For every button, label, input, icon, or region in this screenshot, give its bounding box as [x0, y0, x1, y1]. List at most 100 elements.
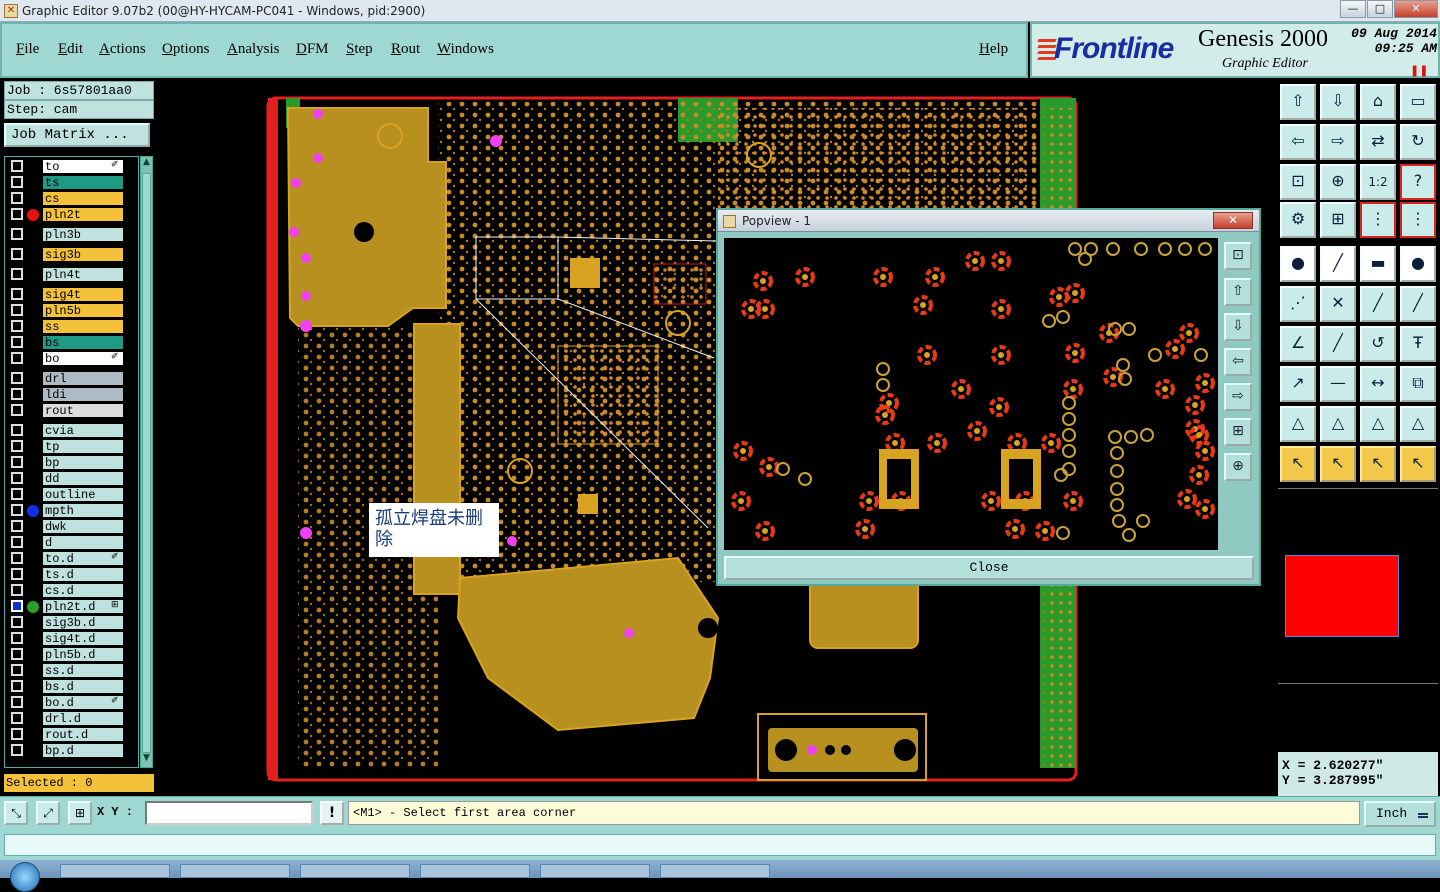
- start-button[interactable]: [10, 862, 40, 892]
- layer-checkbox[interactable]: [11, 192, 23, 204]
- layer-name[interactable]: mpth: [42, 503, 124, 518]
- measure-3-button[interactable]: △: [1360, 406, 1396, 442]
- layer-name[interactable]: pln4t: [42, 267, 124, 282]
- layer-name[interactable]: ts.d: [42, 567, 124, 582]
- measure-4-button[interactable]: △: [1400, 406, 1436, 442]
- layer-name[interactable]: bp: [42, 455, 124, 470]
- popview-zoom-view[interactable]: [725, 239, 1218, 550]
- snap-alt-button[interactable]: ⋮: [1400, 202, 1436, 238]
- layer-row-cs[interactable]: cs: [5, 191, 140, 206]
- menu-help[interactable]: Help: [979, 41, 1008, 58]
- layer-row-ts-d[interactable]: ts.d: [5, 567, 140, 582]
- taskbar-item[interactable]: [540, 864, 650, 878]
- layer-checkbox[interactable]: [11, 504, 23, 516]
- layer-checkbox[interactable]: [11, 320, 23, 332]
- popview-pan-right-button[interactable]: ⇨: [1224, 383, 1252, 411]
- layer-checkbox[interactable]: [11, 208, 23, 220]
- layer-checkbox[interactable]: [11, 616, 23, 628]
- scale-1-2-button[interactable]: 1:2: [1360, 164, 1396, 200]
- popview-zoom-home-button[interactable]: ⊕: [1224, 453, 1252, 481]
- zoom-in-page-button[interactable]: ⇧: [1280, 84, 1316, 120]
- layer-name[interactable]: cs.d: [42, 583, 124, 598]
- layer-name[interactable]: sig4t.d: [42, 631, 124, 646]
- layer-name[interactable]: bs: [42, 335, 124, 350]
- layer-checkbox[interactable]: [11, 488, 23, 500]
- layer-row-pln3b[interactable]: pln3b: [5, 227, 140, 242]
- menu-step[interactable]: Step: [346, 41, 373, 58]
- snap-button[interactable]: ⋮: [1360, 202, 1396, 238]
- layer-checkbox[interactable]: [11, 268, 23, 280]
- layer-checkbox[interactable]: [11, 568, 23, 580]
- close-window-button[interactable]: ✕: [1394, 0, 1438, 18]
- layer-row-ss[interactable]: ss: [5, 319, 140, 334]
- line-tool-alt-button[interactable]: ╱: [1400, 286, 1436, 322]
- layer-row-sig4t[interactable]: sig4t: [5, 287, 140, 302]
- layer-name[interactable]: bs.d: [42, 679, 124, 694]
- layer-checkbox[interactable]: [11, 228, 23, 240]
- measure-2-button[interactable]: △: [1320, 406, 1356, 442]
- layer-row-rout-d[interactable]: rout.d: [5, 727, 140, 742]
- layer-name[interactable]: outline: [42, 487, 124, 502]
- taskbar-item[interactable]: [660, 864, 770, 878]
- layer-row-pln4t[interactable]: pln4t: [5, 267, 140, 282]
- layer-name[interactable]: cvia: [42, 423, 124, 438]
- layer-name[interactable]: drl.d: [42, 711, 124, 726]
- minus-button[interactable]: —: [1320, 366, 1356, 402]
- popview-zoom-in-button[interactable]: ⇧: [1224, 278, 1252, 306]
- layer-name[interactable]: cs: [42, 191, 124, 206]
- menu-edit[interactable]: Edit: [58, 41, 83, 58]
- layer-name[interactable]: ss.d: [42, 663, 124, 678]
- layer-row-dd[interactable]: dd: [5, 471, 140, 486]
- layer-row-ts[interactable]: ts: [5, 175, 140, 190]
- layer-name[interactable]: sig3b.d: [42, 615, 124, 630]
- layer-row-pln2t[interactable]: pln2t: [5, 207, 140, 222]
- layer-name[interactable]: rout.d: [42, 727, 124, 742]
- taskbar-item[interactable]: [420, 864, 530, 878]
- select-box-button[interactable]: ↖: [1320, 446, 1356, 482]
- layer-checkbox[interactable]: [11, 728, 23, 740]
- layer-row-pln2t-d[interactable]: pln2t.d ⊞: [5, 599, 140, 614]
- layer-checkbox[interactable]: [11, 680, 23, 692]
- layer-checkbox[interactable]: [11, 632, 23, 644]
- layer-row-sig4t-d[interactable]: sig4t.d: [5, 631, 140, 646]
- layer-row-drl-d[interactable]: drl.d: [5, 711, 140, 726]
- taskbar-item[interactable]: [180, 864, 290, 878]
- home-button[interactable]: ⌂: [1360, 84, 1396, 120]
- layer-checkbox[interactable]: [11, 304, 23, 316]
- feature-pad-button[interactable]: ●: [1280, 246, 1316, 282]
- layer-checkbox[interactable]: [11, 600, 23, 612]
- layer-checkbox[interactable]: [11, 536, 23, 548]
- layer-name[interactable]: tp: [42, 439, 124, 454]
- layer-checkbox[interactable]: [11, 664, 23, 676]
- layer-row-cs-d[interactable]: cs.d: [5, 583, 140, 598]
- layer-name[interactable]: pln3b: [42, 227, 124, 242]
- layer-row-pln5b-d[interactable]: pln5b.d: [5, 647, 140, 662]
- slash-button[interactable]: ╱: [1320, 326, 1356, 362]
- minimize-button[interactable]: —: [1340, 0, 1366, 18]
- job-matrix-button[interactable]: Job Matrix ...: [4, 123, 150, 147]
- layer-name[interactable]: dd: [42, 471, 124, 486]
- pan-left-button[interactable]: ⇦: [1280, 124, 1316, 160]
- layer-row-bs[interactable]: bs: [5, 335, 140, 350]
- help-button[interactable]: ?: [1400, 164, 1436, 200]
- layer-row-pln5b[interactable]: pln5b: [5, 303, 140, 318]
- menu-rout[interactable]: Rout: [391, 41, 420, 58]
- layer-row-to-d[interactable]: to.d ✐: [5, 551, 140, 566]
- layer-name[interactable]: pln5b: [42, 303, 124, 318]
- layer-checkbox[interactable]: [11, 160, 23, 172]
- layer-row-d[interactable]: d: [5, 535, 140, 550]
- settings-button[interactable]: ⚙: [1280, 202, 1316, 238]
- menu-file[interactable]: File: [16, 41, 39, 58]
- taskbar-item[interactable]: [60, 864, 170, 878]
- layer-row-dwk[interactable]: dwk: [5, 519, 140, 534]
- move-button[interactable]: ↗: [1280, 366, 1316, 402]
- menu-actions[interactable]: Actions: [99, 41, 146, 58]
- fit-profile-button[interactable]: ⊕: [1320, 164, 1356, 200]
- layer-checkbox[interactable]: [11, 696, 23, 708]
- measure-button[interactable]: △: [1280, 406, 1316, 442]
- menu-windows[interactable]: Windows: [437, 41, 494, 58]
- layer-checkbox[interactable]: [11, 352, 23, 364]
- popview-zoom-out-button[interactable]: ⇩: [1224, 313, 1252, 341]
- draw-line-button[interactable]: ╱: [1320, 246, 1356, 282]
- layer-row-cvia[interactable]: cvia: [5, 423, 140, 438]
